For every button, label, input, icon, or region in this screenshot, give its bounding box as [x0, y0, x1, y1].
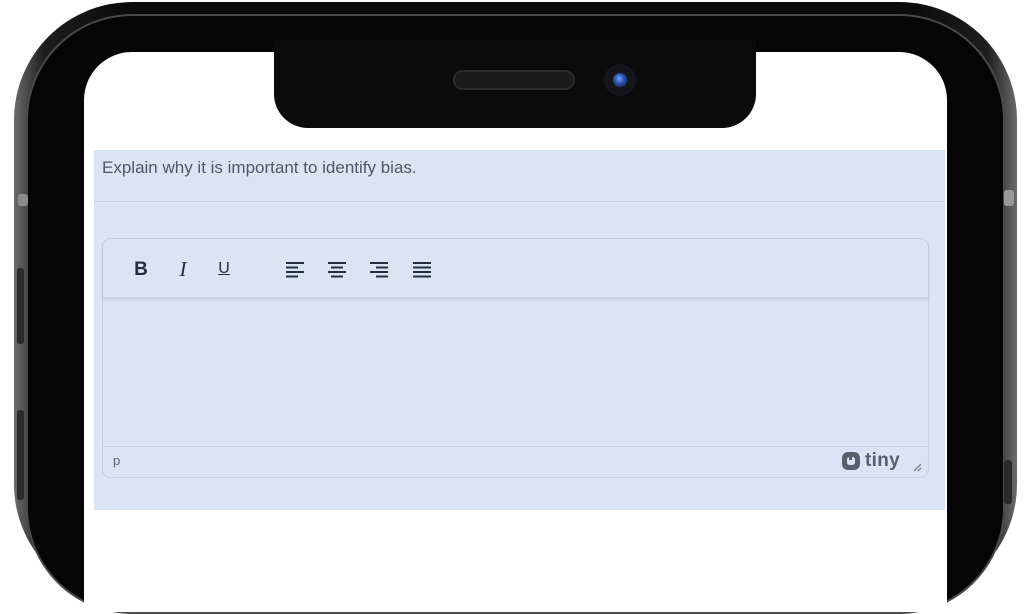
- underline-icon: U: [218, 260, 230, 277]
- camera-lens: [613, 73, 627, 87]
- rich-text-editor: B I U p tiny: [102, 238, 929, 478]
- bold-icon: B: [134, 258, 148, 280]
- align-center-button[interactable]: [323, 255, 351, 283]
- phone-side-button-left-lower: [17, 410, 24, 500]
- resize-handle-icon[interactable]: [912, 462, 922, 472]
- align-left-button[interactable]: [281, 255, 309, 283]
- align-right-button[interactable]: [365, 255, 393, 283]
- phone-side-band-left: [18, 194, 28, 206]
- phone-side-button-right-lower: [1004, 460, 1012, 504]
- align-left-icon: [286, 262, 304, 278]
- tiny-logo-icon: [842, 452, 861, 470]
- question-panel: Explain why it is important to identify …: [94, 150, 945, 510]
- editor-content-area[interactable]: [103, 298, 928, 448]
- tiny-brand-label: tiny: [865, 450, 900, 471]
- phone-side-button-left: [17, 268, 24, 344]
- justify-button[interactable]: [408, 255, 436, 283]
- editor-toolbar: B I U: [103, 239, 928, 298]
- tiny-brand-link[interactable]: tiny: [841, 450, 900, 472]
- italic-button[interactable]: I: [169, 255, 197, 283]
- front-camera: [604, 64, 636, 96]
- underline-button[interactable]: U: [210, 255, 238, 283]
- align-center-icon: [328, 262, 346, 278]
- align-justify-icon: [413, 262, 431, 278]
- speaker-grille: [453, 70, 575, 90]
- phone-side-button-right: [1004, 190, 1014, 206]
- italic-icon: I: [179, 256, 187, 281]
- divider: [94, 201, 945, 202]
- element-path[interactable]: p: [113, 453, 120, 468]
- question-text: Explain why it is important to identify …: [102, 158, 417, 177]
- bold-button[interactable]: B: [127, 255, 155, 283]
- align-right-icon: [370, 262, 388, 278]
- editor-statusbar: p tiny: [103, 446, 928, 477]
